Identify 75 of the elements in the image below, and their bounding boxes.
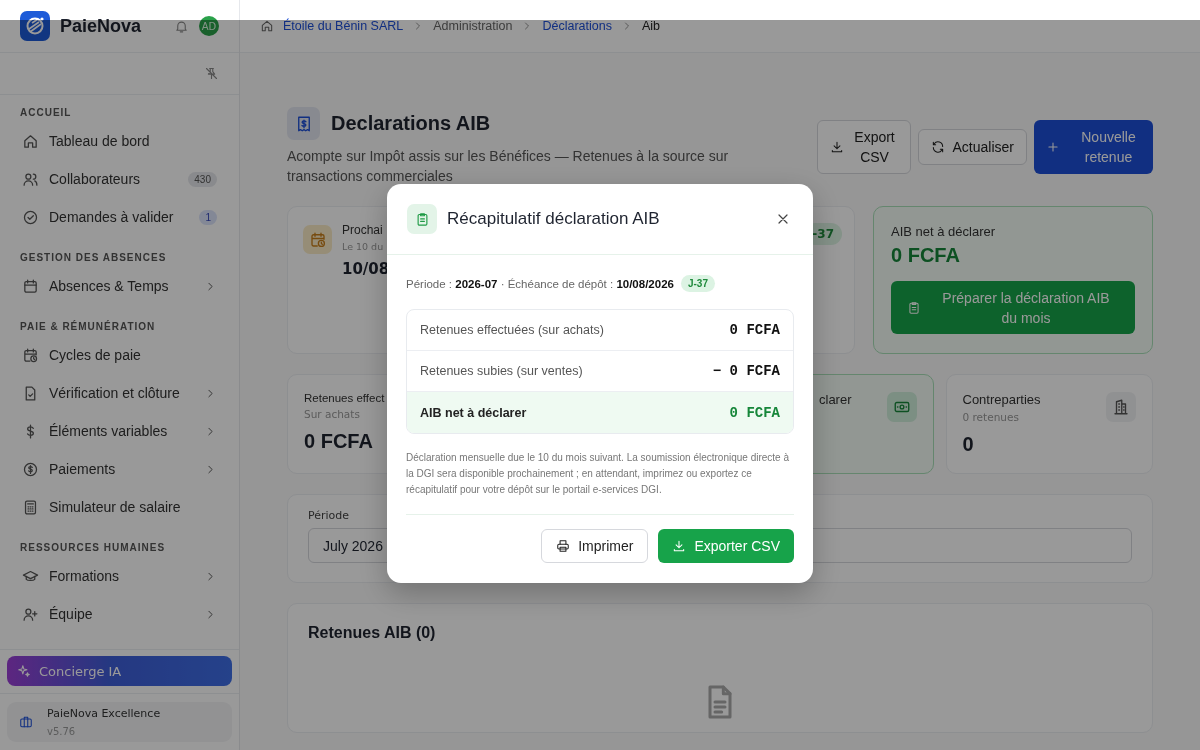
days-badge: J-37 (680, 275, 715, 292)
card-title: AIB net à déclarer (891, 224, 997, 239)
section-heading: ACCUEIL (19, 106, 73, 120)
sidebar-item[interactable]: Demandes à valider 1 (7, 198, 232, 236)
clipboard-icon (414, 211, 430, 227)
card-title: Contreparties (962, 392, 1041, 407)
clipboard-icon (907, 300, 921, 315)
check-circle-icon (22, 208, 39, 226)
page-title: Declarations AIB (331, 112, 491, 135)
sidebar-item[interactable]: Équipe (7, 595, 232, 633)
section-heading: GESTION DES ABSENCES (19, 251, 168, 265)
plan-name: PaieNova Excellence (47, 707, 161, 720)
calendar-clock-icon (22, 346, 39, 364)
plus-icon (1046, 139, 1060, 154)
row-amount: 0 FCFA (729, 404, 780, 421)
building-icon (1112, 398, 1130, 416)
section-heading: RESSOURCES HUMAINES (19, 541, 167, 555)
bell-icon (174, 18, 189, 34)
row-label: Retenues effectuées (sur achats) (420, 323, 604, 337)
sidebar-item[interactable]: Collaborateurs 430 (7, 160, 232, 198)
card-title: clarer (819, 392, 852, 407)
download-icon (672, 539, 687, 553)
sidebar-item[interactable]: Tableau de bord (7, 122, 232, 160)
row-amount: − 0 FCFA (712, 363, 780, 379)
field-label: Période (308, 509, 351, 522)
calendar-icon (22, 277, 39, 295)
deadline-date: 10/08 (342, 260, 391, 278)
breadcrumb-current: Aib (641, 19, 660, 33)
sidebar-item[interactable]: Éléments variables (7, 412, 232, 450)
sidebar-item[interactable]: Absences & Temps (7, 267, 232, 305)
breadcrumb-link[interactable]: Déclarations (542, 19, 612, 33)
stat-value: 0 (962, 433, 975, 456)
breadcrumb-link[interactable]: Étoile du Bénin SARL (283, 19, 404, 33)
assistant-button[interactable]: Concierge IA (7, 656, 232, 686)
briefcase-icon (19, 715, 33, 729)
pin-off-icon (204, 66, 219, 81)
printer-icon (556, 539, 571, 553)
row-label: AIB net à déclarer (420, 405, 527, 420)
row-amount: 0 FCFA (729, 322, 780, 338)
home-icon (22, 132, 39, 150)
card-title: Retenues effect (304, 392, 385, 404)
dollar-coin-icon (22, 460, 39, 478)
logo-icon (20, 11, 50, 41)
card-subtitle: Sur achats (304, 408, 361, 420)
toolbar-button[interactable]: Export CSV (816, 119, 911, 174)
dialog-title: Récapitulatif déclaration AIB (447, 209, 661, 229)
note-text: Déclaration mensuelle due le 10 du mois suivant. La soumission électronique directe à la DGI sera disponible prochainement ; en attendant, imprimez ou exportez ce récapitulatif pour votre dépôt sur le portail e-services DGI. (406, 450, 794, 515)
sidebar-item[interactable]: Cycles de paie (7, 336, 232, 374)
card-subtitle: 0 retenues (962, 411, 1020, 423)
period-text: Période : 2026-07 · Échéance de dépôt : 10/08/2026 (406, 277, 674, 290)
export-button[interactable]: Exporter CSV (658, 529, 794, 563)
sidebar-item[interactable]: Simulateur de salaire (7, 488, 232, 526)
home-icon (260, 19, 274, 33)
section-heading: PAIE & RÉMUNÉRATION (19, 319, 157, 334)
refresh-icon (930, 139, 945, 154)
count-badge: 1 (199, 209, 217, 225)
print-button[interactable]: Imprimer (541, 529, 649, 563)
row-label: Retenues subies (sur ventes) (420, 364, 583, 378)
table-title: Retenues AIB (0) (308, 624, 436, 642)
page-subtitle: Acompte sur Impôt assis sur les Bénéfices — Retenues à la source sur transactions commerciales (287, 147, 730, 186)
sidebar-item[interactable]: Paiements (7, 450, 232, 488)
sidebar-item[interactable]: Vérification et clôture (7, 374, 232, 412)
toolbar-button[interactable]: Actualiser (917, 128, 1027, 165)
toolbar-button[interactable]: Nouvelle retenue (1034, 119, 1153, 174)
net-amount: 0 FCFA (891, 244, 961, 267)
app-name: PaieNova (60, 15, 142, 37)
calculator-icon (22, 498, 39, 516)
sparkle-icon (17, 664, 31, 678)
sidebar-item[interactable]: Formations (7, 557, 232, 595)
card-title: Prochai (342, 223, 384, 237)
count-badge: 430 (188, 171, 217, 187)
stat-value: 0 FCFA (304, 430, 374, 453)
calendar-clock-icon (308, 230, 327, 249)
breadcrumb-link[interactable]: Administration (433, 19, 513, 33)
download-icon (829, 139, 844, 154)
